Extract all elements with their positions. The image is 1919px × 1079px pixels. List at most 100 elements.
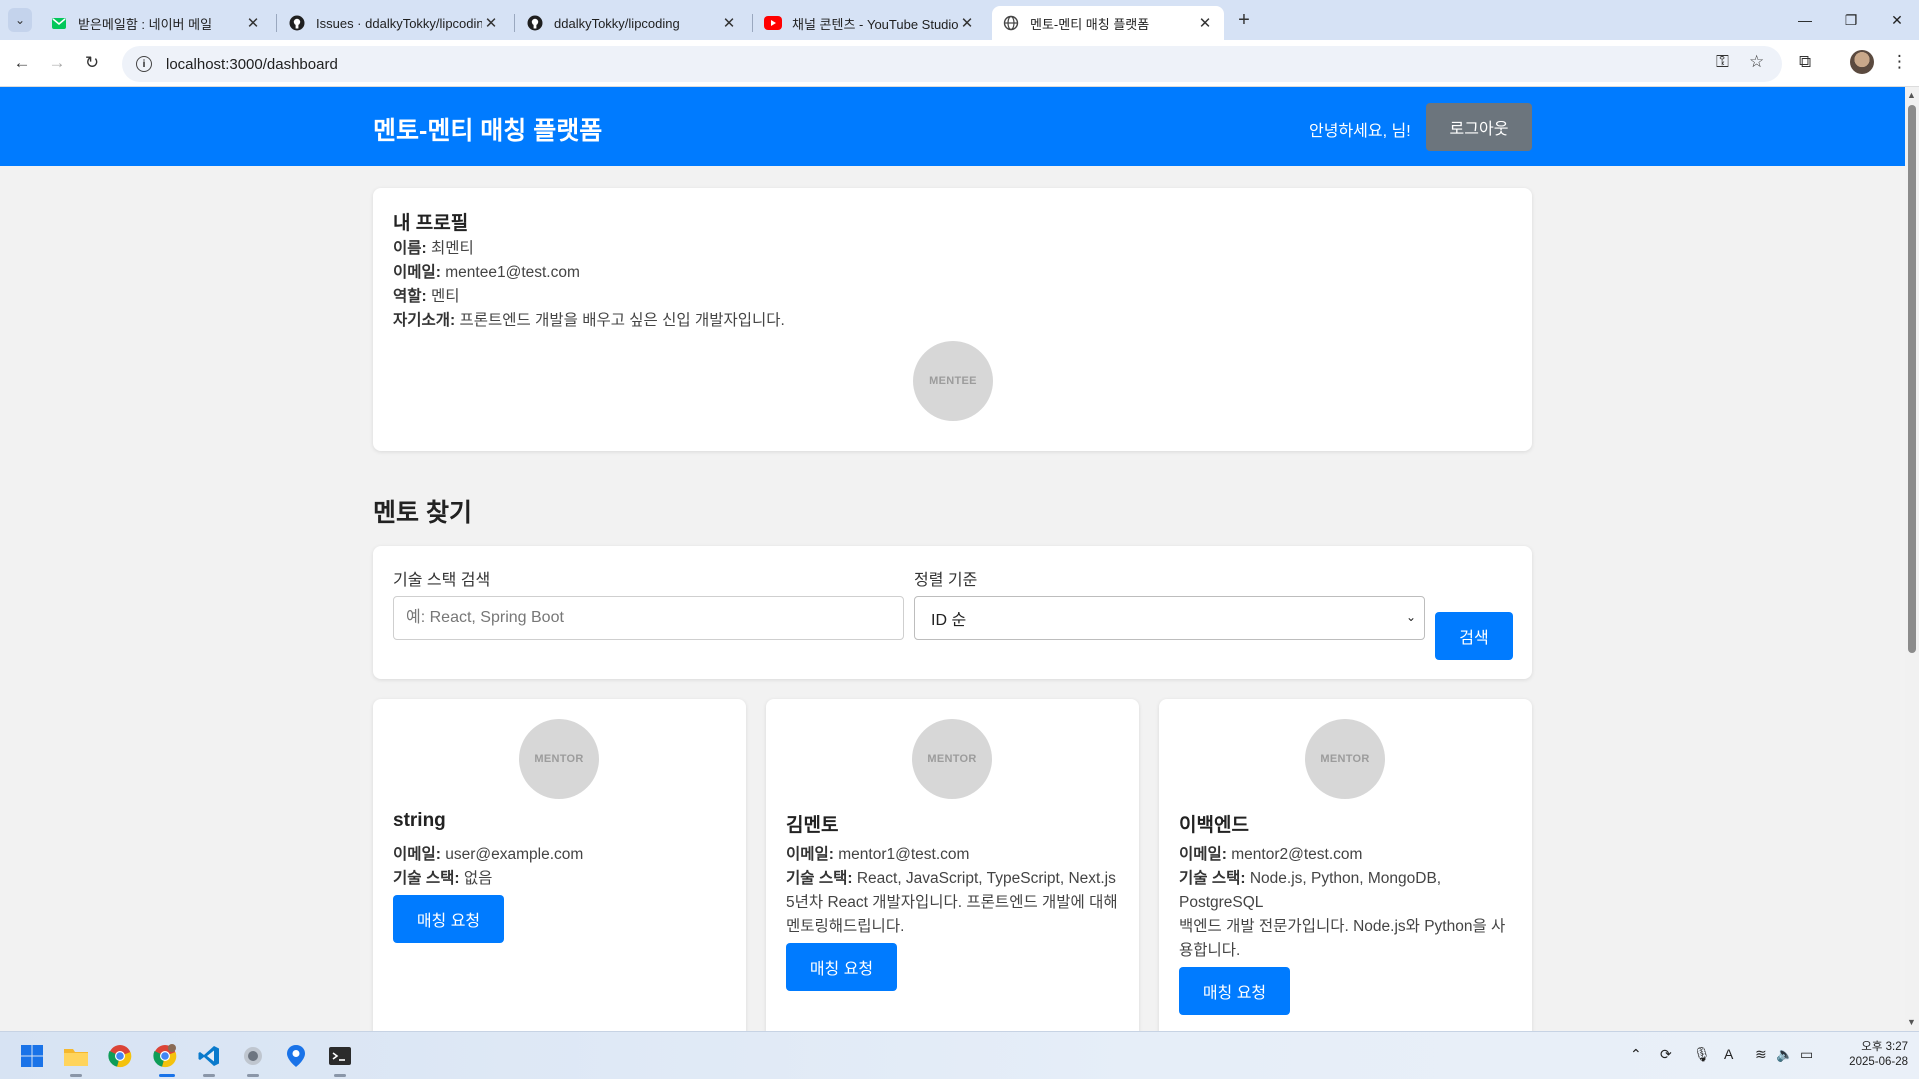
profile-bio: 프론트엔드 개발을 배우고 싶은 신입 개발자입니다. xyxy=(459,312,785,329)
match-request-button[interactable]: 매칭 요청 xyxy=(786,943,897,991)
mentor-skills-row: 기술 스택: 없음 xyxy=(393,870,493,887)
browser-toolbar: ← → ↻ i localhost:3000/dashboard ⚿ ☆ ⧉ ⋮ xyxy=(0,40,1919,87)
system-clock[interactable]: 오후 3:27 2025-06-28 xyxy=(1838,1040,1908,1070)
tab-divider xyxy=(752,14,753,32)
minimize-button[interactable]: — xyxy=(1782,6,1828,34)
site-header: 멘토-멘티 매칭 플랫폼 안녕하세요, 님! 로그아웃 xyxy=(0,87,1905,166)
active-app-indicator xyxy=(334,1074,346,1077)
match-request-button[interactable]: 매칭 요청 xyxy=(393,895,504,943)
browser-tab-bar: ⌄ 받은메일함 : 네이버 메일 ✕ Issues · ddalkyTokky/… xyxy=(0,0,1919,40)
tab-search-button[interactable]: ⌄ xyxy=(8,8,32,32)
chrome-icon[interactable] xyxy=(104,1040,136,1072)
mentee-avatar: MENTEE xyxy=(913,341,993,421)
logout-button[interactable]: 로그아웃 xyxy=(1426,103,1532,151)
bookmark-star-icon[interactable]: ☆ xyxy=(1749,52,1764,72)
mentor-details: 이메일: mentor1@test.com 기술 스택: React, Java… xyxy=(786,843,1121,991)
tab-youtube-studio[interactable]: 채널 콘텐츠 - YouTube Studio ✕ xyxy=(754,6,986,40)
mentor-email: mentor1@test.com xyxy=(838,846,970,863)
mentor-intro: 백엔드 개발 전문가입니다. Node.js와 Python을 사용합니다. xyxy=(1179,918,1506,959)
profile-details: 이름: 최멘티 이메일: mentee1@test.com 역할: 멘티 자기소… xyxy=(393,237,785,333)
mentor-intro: 5년차 React 개발자입니다. 프론트엔드 개발에 대해 멘토링해드립니다. xyxy=(786,894,1118,935)
profile-card: 내 프로필 이름: 최멘티 이메일: mentee1@test.com 역할: … xyxy=(373,188,1532,451)
new-tab-button[interactable]: + xyxy=(1232,8,1256,32)
clock-date: 2025-06-28 xyxy=(1849,1056,1908,1068)
menu-dots-icon[interactable]: ⋮ xyxy=(1891,52,1908,72)
profile-role-row: 역할: 멘티 xyxy=(393,288,460,305)
close-icon[interactable]: ✕ xyxy=(958,14,976,32)
github-icon xyxy=(526,14,544,32)
globe-icon xyxy=(1002,14,1020,32)
site-info-icon[interactable]: i xyxy=(136,56,152,72)
reload-icon: ↻ xyxy=(84,53,100,72)
ime-indicator[interactable]: A xyxy=(1724,1046,1733,1062)
tab-github-repo[interactable]: ddalkyTokky/lipcoding ✕ xyxy=(516,6,748,40)
active-app-indicator xyxy=(247,1074,259,1077)
wifi-icon[interactable]: ≋ xyxy=(1755,1046,1767,1063)
tab-naver-mail[interactable]: 받은메일함 : 네이버 메일 ✕ xyxy=(40,6,272,40)
back-button[interactable]: ← xyxy=(9,50,35,76)
tab-mentor-platform[interactable]: 멘토-멘티 매칭 플랫폼 ✕ xyxy=(992,6,1224,40)
chrome-profile-icon[interactable] xyxy=(149,1040,181,1072)
mentor-email-row: 이메일: mentor2@test.com xyxy=(1179,846,1363,863)
password-key-icon[interactable]: ⚿ xyxy=(1716,52,1729,72)
terminal-icon[interactable] xyxy=(324,1040,356,1072)
tab-divider xyxy=(514,14,515,32)
scroll-up-icon[interactable]: ▲ xyxy=(1907,90,1916,100)
close-window-button[interactable]: ✕ xyxy=(1874,6,1919,34)
profile-name: 최멘티 xyxy=(431,240,474,257)
file-explorer-icon[interactable] xyxy=(60,1040,92,1072)
close-icon[interactable]: ✕ xyxy=(1196,14,1214,32)
page-scrollbar[interactable]: ▲ ▼ xyxy=(1905,87,1919,1031)
skill-search-input[interactable] xyxy=(393,596,904,640)
scrollbar-thumb[interactable] xyxy=(1908,105,1916,653)
chevron-down-icon: ⌄ xyxy=(14,13,26,27)
profile-heading: 내 프로필 xyxy=(393,213,469,234)
mentor-skills-row: 기술 스택: React, JavaScript, TypeScript, Ne… xyxy=(786,870,1116,887)
profile-role: 멘티 xyxy=(431,288,460,305)
restore-button[interactable]: ❐ xyxy=(1828,6,1874,34)
vscode-icon[interactable] xyxy=(193,1040,225,1072)
mentor-skills: 없음 xyxy=(463,870,493,887)
mentor-email: mentor2@test.com xyxy=(1231,846,1363,863)
forward-button[interactable]: → xyxy=(44,50,70,76)
volume-icon[interactable]: 🔈 xyxy=(1776,1046,1793,1063)
mentor-email: user@example.com xyxy=(445,846,584,863)
mentor-card: MENTOR 김멘토 이메일: mentor1@test.com 기술 스택: … xyxy=(766,699,1139,1031)
mentor-skills: React, JavaScript, TypeScript, Next.js xyxy=(856,870,1116,887)
close-icon: ✕ xyxy=(1891,11,1903,28)
match-request-button[interactable]: 매칭 요청 xyxy=(1179,967,1290,1015)
search-button[interactable]: 검색 xyxy=(1435,612,1513,660)
microphone-icon[interactable]: 🎙 xyxy=(1693,1046,1711,1063)
profile-email-row: 이메일: mentee1@test.com xyxy=(393,264,580,281)
sort-label: 정렬 기준 xyxy=(914,572,978,589)
mentor-email-row: 이메일: user@example.com xyxy=(393,846,584,863)
battery-icon[interactable]: ▭ xyxy=(1800,1046,1813,1063)
chevron-up-icon[interactable]: ⌃ xyxy=(1630,1046,1642,1063)
app-icon[interactable] xyxy=(237,1040,269,1072)
close-icon[interactable]: ✕ xyxy=(720,14,738,32)
arrow-right-icon: → xyxy=(48,53,66,72)
search-card: 기술 스택 검색 정렬 기준 ID 순 ⌄ 검색 xyxy=(373,546,1532,679)
sync-icon[interactable]: ⟳ xyxy=(1660,1046,1672,1063)
url-text: localhost:3000/dashboard xyxy=(166,55,338,73)
address-bar[interactable]: i localhost:3000/dashboard xyxy=(122,46,1782,82)
sort-select[interactable]: ID 순 ⌄ xyxy=(914,596,1425,640)
mentor-name: string xyxy=(393,810,446,831)
taskbar: ⌃ ⟳ 🎙 A ≋ 🔈 ▭ 오후 3:27 2025-06-28 xyxy=(0,1031,1919,1079)
extensions-icon[interactable]: ⧉ xyxy=(1799,52,1811,72)
close-icon[interactable]: ✕ xyxy=(244,14,262,32)
windows-start-icon[interactable] xyxy=(16,1040,48,1072)
mentor-avatar: MENTOR xyxy=(1305,719,1385,799)
close-icon[interactable]: ✕ xyxy=(482,14,500,32)
profile-email: mentee1@test.com xyxy=(445,264,580,281)
reload-button[interactable]: ↻ xyxy=(79,50,105,76)
profile-avatar-icon[interactable] xyxy=(1850,50,1874,74)
scroll-down-icon[interactable]: ▼ xyxy=(1907,1017,1916,1027)
tab-github-issues[interactable]: Issues · ddalkyTokky/lipcoding ✕ xyxy=(278,6,510,40)
maps-icon[interactable] xyxy=(280,1040,312,1072)
active-app-indicator xyxy=(70,1074,82,1077)
arrow-left-icon: ← xyxy=(13,53,31,72)
profile-bio-row: 자기소개: 프론트엔드 개발을 배우고 싶은 신입 개발자입니다. xyxy=(393,312,785,329)
tab-divider xyxy=(276,14,277,32)
active-app-indicator xyxy=(203,1074,215,1077)
